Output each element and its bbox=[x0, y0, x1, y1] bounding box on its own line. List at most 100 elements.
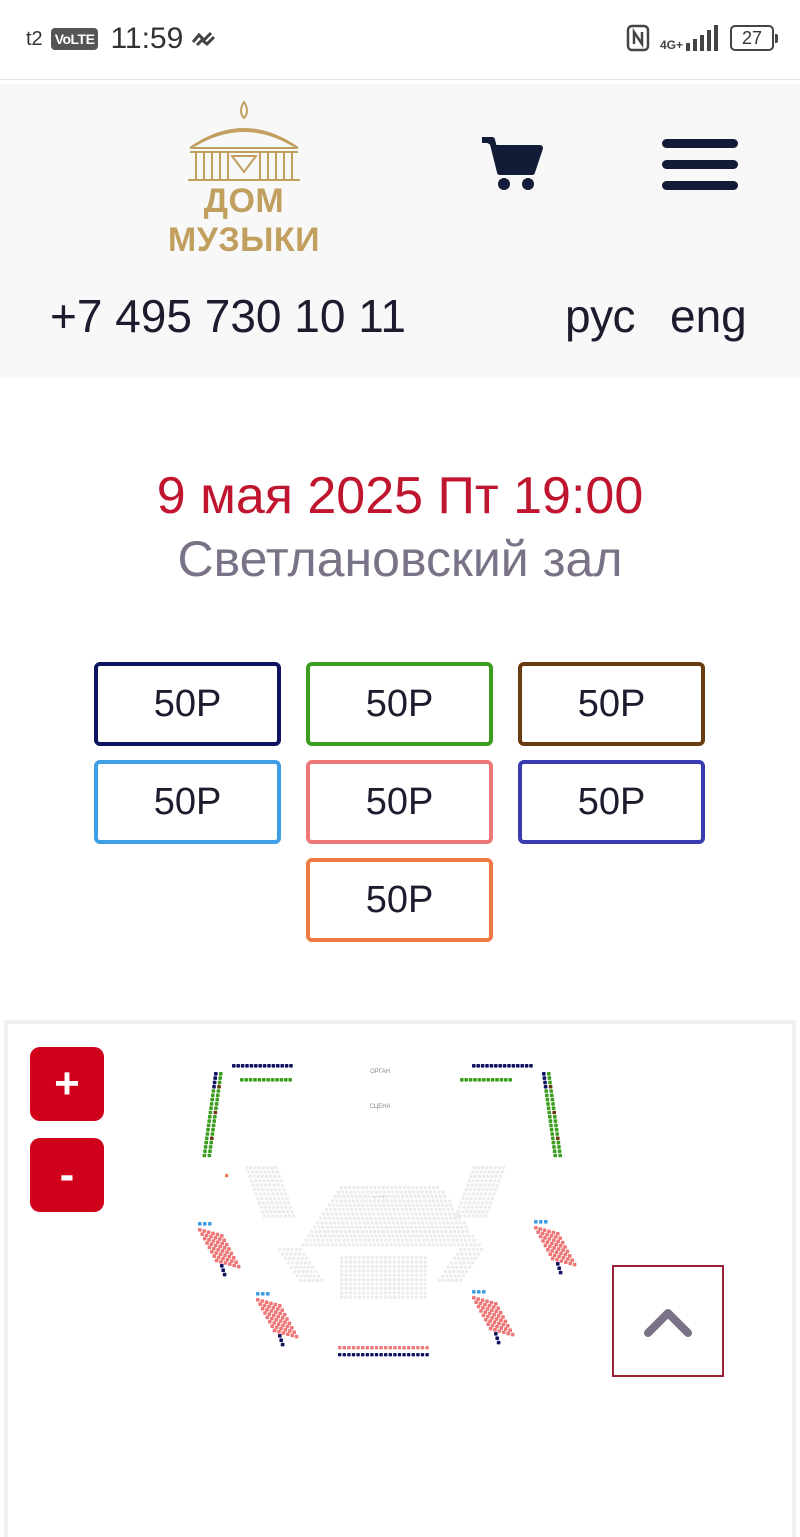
seat[interactable] bbox=[374, 1346, 379, 1350]
seat[interactable] bbox=[208, 1110, 213, 1115]
seat[interactable] bbox=[548, 1115, 552, 1119]
seat[interactable] bbox=[351, 1199, 355, 1203]
seat[interactable] bbox=[268, 1183, 272, 1187]
seat[interactable] bbox=[440, 1230, 444, 1234]
seat[interactable] bbox=[334, 1199, 339, 1203]
seat[interactable] bbox=[477, 1290, 481, 1294]
seat[interactable] bbox=[364, 1199, 368, 1203]
seat[interactable] bbox=[303, 1278, 307, 1282]
seat[interactable] bbox=[402, 1243, 406, 1247]
seat[interactable] bbox=[267, 1205, 271, 1209]
seat[interactable] bbox=[419, 1291, 423, 1295]
seat[interactable] bbox=[249, 1166, 253, 1170]
seat[interactable] bbox=[414, 1295, 418, 1299]
seat[interactable] bbox=[212, 1254, 216, 1258]
seat[interactable] bbox=[469, 1210, 473, 1214]
seat[interactable] bbox=[209, 1106, 213, 1110]
seat[interactable] bbox=[253, 1188, 257, 1192]
seat[interactable] bbox=[455, 1214, 459, 1218]
seat[interactable] bbox=[284, 1078, 288, 1082]
seat[interactable] bbox=[494, 1188, 498, 1192]
seat[interactable] bbox=[451, 1238, 455, 1242]
seat[interactable] bbox=[400, 1238, 405, 1242]
seat[interactable] bbox=[370, 1353, 374, 1357]
seat[interactable] bbox=[555, 1258, 559, 1262]
seat[interactable] bbox=[256, 1298, 260, 1302]
seat[interactable] bbox=[375, 1260, 379, 1264]
seat[interactable] bbox=[392, 1194, 396, 1198]
seat[interactable] bbox=[419, 1186, 423, 1190]
seat[interactable] bbox=[245, 1064, 249, 1068]
seat[interactable] bbox=[387, 1221, 391, 1225]
seat[interactable] bbox=[265, 1308, 269, 1312]
seat[interactable] bbox=[313, 1243, 318, 1247]
seat[interactable] bbox=[442, 1221, 446, 1225]
seat[interactable] bbox=[459, 1238, 463, 1242]
seat[interactable] bbox=[508, 1328, 512, 1332]
seat[interactable] bbox=[353, 1278, 357, 1282]
seat[interactable] bbox=[475, 1205, 479, 1209]
seat[interactable] bbox=[395, 1190, 399, 1194]
seat[interactable] bbox=[414, 1273, 418, 1277]
seat[interactable] bbox=[477, 1210, 481, 1214]
seat[interactable] bbox=[542, 1072, 546, 1076]
seat[interactable] bbox=[482, 1290, 486, 1294]
seat[interactable] bbox=[417, 1194, 421, 1198]
seat[interactable] bbox=[553, 1119, 558, 1123]
seat[interactable] bbox=[493, 1179, 497, 1183]
seat[interactable] bbox=[334, 1243, 339, 1247]
seat[interactable] bbox=[506, 1324, 510, 1328]
seat[interactable] bbox=[409, 1194, 413, 1198]
seat[interactable] bbox=[498, 1310, 503, 1315]
seat[interactable] bbox=[434, 1238, 438, 1242]
seat[interactable] bbox=[271, 1064, 276, 1068]
seat[interactable] bbox=[366, 1256, 370, 1260]
seat[interactable] bbox=[283, 1201, 287, 1205]
seat[interactable] bbox=[257, 1188, 261, 1192]
seat[interactable] bbox=[270, 1166, 274, 1170]
seat[interactable] bbox=[549, 1089, 553, 1093]
seat[interactable] bbox=[368, 1199, 372, 1203]
seat[interactable] bbox=[333, 1194, 337, 1198]
seat[interactable] bbox=[373, 1230, 377, 1234]
seat[interactable] bbox=[471, 1170, 475, 1174]
seat[interactable] bbox=[286, 1210, 290, 1214]
seat[interactable] bbox=[481, 1306, 485, 1310]
seat[interactable] bbox=[345, 1190, 349, 1194]
seat[interactable] bbox=[415, 1186, 419, 1190]
seat[interactable] bbox=[499, 1326, 504, 1330]
seat[interactable] bbox=[401, 1256, 405, 1260]
seat[interactable] bbox=[344, 1278, 348, 1282]
seat[interactable] bbox=[340, 1256, 344, 1260]
seat[interactable] bbox=[404, 1221, 408, 1225]
seat[interactable] bbox=[216, 1248, 220, 1252]
seat[interactable] bbox=[432, 1186, 436, 1190]
seat[interactable] bbox=[454, 1261, 458, 1265]
seat[interactable] bbox=[563, 1245, 567, 1249]
seat[interactable] bbox=[338, 1225, 342, 1229]
seat[interactable] bbox=[385, 1230, 389, 1234]
seat[interactable] bbox=[360, 1243, 364, 1247]
seat[interactable] bbox=[229, 1251, 234, 1256]
seat[interactable] bbox=[273, 1210, 277, 1214]
seat[interactable] bbox=[208, 1115, 212, 1119]
seat[interactable] bbox=[393, 1243, 397, 1247]
seat[interactable] bbox=[212, 1119, 216, 1123]
seat[interactable] bbox=[375, 1291, 379, 1295]
seat[interactable] bbox=[497, 1329, 502, 1333]
seat[interactable] bbox=[560, 1240, 565, 1245]
seat[interactable] bbox=[314, 1270, 318, 1274]
seat[interactable] bbox=[426, 1212, 431, 1216]
seat[interactable] bbox=[255, 1183, 259, 1187]
seat[interactable] bbox=[224, 1242, 229, 1247]
seat[interactable] bbox=[311, 1278, 315, 1282]
seat[interactable] bbox=[468, 1201, 472, 1205]
seat[interactable] bbox=[218, 1252, 223, 1256]
seat[interactable] bbox=[506, 1331, 510, 1336]
seat[interactable] bbox=[394, 1216, 398, 1220]
seat[interactable] bbox=[343, 1243, 347, 1247]
seat[interactable] bbox=[482, 1196, 486, 1200]
seat[interactable] bbox=[402, 1346, 406, 1350]
seat[interactable] bbox=[419, 1286, 423, 1290]
seat[interactable] bbox=[419, 1264, 423, 1268]
